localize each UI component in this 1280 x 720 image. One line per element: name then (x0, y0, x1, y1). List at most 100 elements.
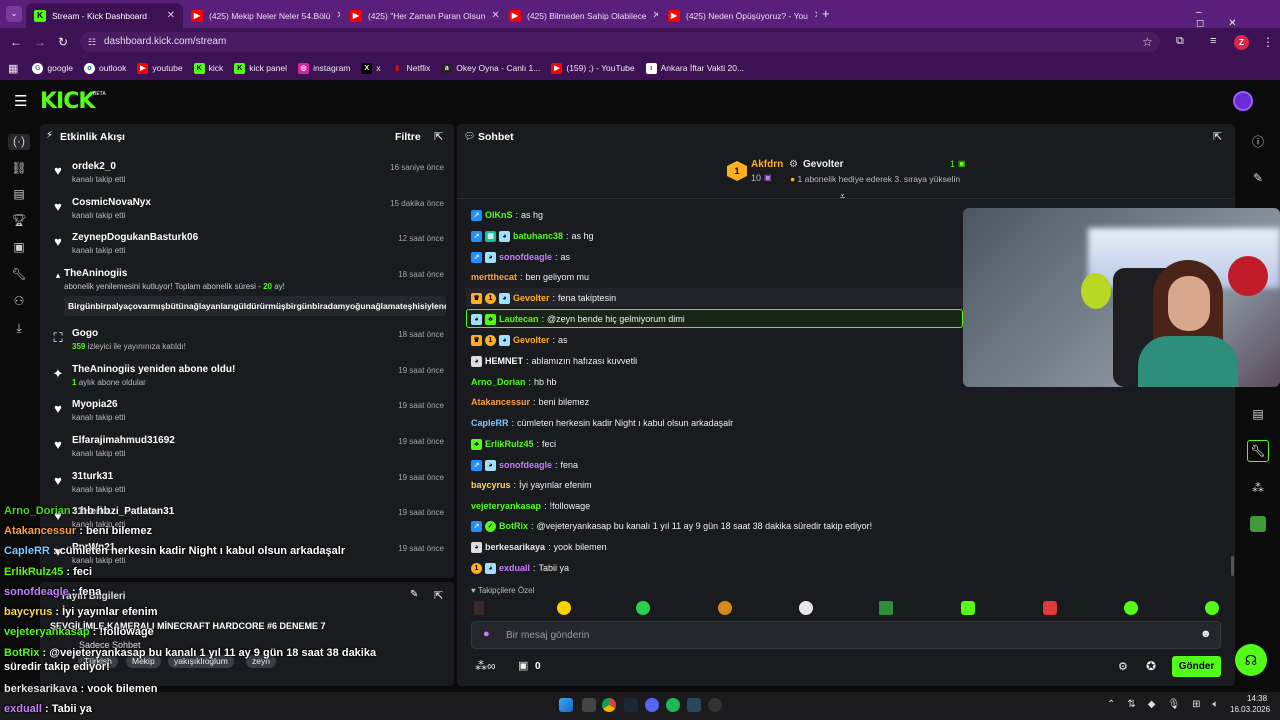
overlay-chat-line: Arno_Dorian : hb hb (4, 505, 111, 517)
support-button[interactable]: ☊ (1235, 644, 1267, 676)
bookmark-kick-panel[interactable]: Kkick panel (234, 62, 287, 74)
vip-badge-icon: ↗ (471, 230, 482, 242)
bookmark-outlook[interactable]: o outlook (83, 62, 126, 74)
bookmark-okey[interactable]: a Okey Oyna - Canlı 1... (441, 62, 540, 74)
bookmark-netflix[interactable]: ▮ Netflix (392, 63, 430, 74)
sub-badge-icon: ◕ (499, 230, 510, 242)
tools-icon[interactable]: 🔧︎ (11, 267, 27, 283)
emote[interactable] (636, 601, 650, 615)
microphone-icon[interactable]: ● (483, 628, 490, 640)
bookmark-google[interactable]: Ggoogle (32, 62, 73, 74)
site-info-icon[interactable]: ☷ (88, 37, 96, 48)
emote[interactable] (718, 601, 732, 615)
tools-icon[interactable]: 🔧︎ (1247, 440, 1269, 462)
tab-list-button[interactable]: ⌄ (6, 6, 22, 22)
tab-youtube-3[interactable]: ▶ (425) Bilmeden Sahip Olabilece ✕ (501, 3, 658, 28)
chat-emote-icon[interactable]: ✪ (1146, 659, 1156, 673)
vip-badge-icon: ↗ (471, 520, 482, 532)
chat-scrollbar[interactable] (1231, 556, 1234, 576)
tab-youtube-2[interactable]: ▶ (425) "Her Zaman Paran Olsun ✕ (342, 3, 499, 28)
popout-icon[interactable]: ⇱ (434, 589, 443, 602)
discord-icon[interactable] (645, 698, 659, 712)
forward-icon[interactable]: → (34, 35, 46, 49)
overlay-chat-line: BotRix : @vejeteryankasap bu kanalı 1 yı… (4, 647, 377, 673)
filter-button[interactable]: Filtre (395, 131, 421, 143)
activity-title: Etkinlik Akışı (60, 131, 125, 143)
chat-message: ♣ ErlikRulz45: feci (471, 437, 556, 451)
tab-kick-dashboard[interactable]: K Stream - Kick Dashboard ✕ (26, 3, 183, 28)
search-icon[interactable] (582, 698, 596, 712)
video-icon[interactable]: ▣ (11, 240, 27, 256)
info-icon[interactable]: ⓘ (1247, 130, 1269, 152)
bookmark-kick[interactable]: Kkick (193, 62, 223, 74)
bookmark-iftar[interactable]: ı Ankara İftar Vakti 20... (645, 62, 744, 74)
close-icon[interactable]: ✕ (491, 10, 499, 21)
youtube-favicon-icon: ▶ (668, 9, 680, 22)
analytics-icon[interactable]: ▤ (11, 187, 27, 203)
emoji-icon[interactable]: ☻ (1200, 628, 1212, 640)
back-icon[interactable]: ← (10, 35, 22, 49)
chrome-icon[interactable] (602, 698, 616, 712)
emote[interactable] (474, 601, 484, 615)
bookmark-x[interactable]: Xx (361, 62, 381, 74)
chat-settings-icon[interactable]: ⚙︎ (1118, 660, 1128, 673)
link-icon[interactable]: ⛓ (11, 161, 27, 177)
windows-start-icon[interactable] (559, 698, 573, 712)
trophy-icon[interactable]: 🏆︎ (11, 213, 27, 229)
user-avatar[interactable] (1233, 91, 1253, 111)
hamburger-menu-icon[interactable]: ☰ (14, 92, 27, 110)
widgets-icon[interactable]: ⁂ (1247, 477, 1269, 499)
community-icon[interactable]: ⚇ (11, 294, 27, 310)
apps-icon[interactable]: ▦ (8, 62, 18, 75)
chat-message: ↗ ◕ sonofdeagle: as (471, 250, 570, 264)
emote[interactable] (1043, 601, 1057, 615)
popout-icon[interactable]: ⇱ (434, 130, 443, 143)
bookmark-youtube[interactable]: ▶ youtube (137, 62, 183, 74)
upload-icon[interactable]: ⤓ (11, 321, 27, 337)
emote[interactable] (1124, 601, 1138, 615)
bookmark-youtube-2[interactable]: ▶ (159) ;) - YouTube (551, 62, 635, 74)
new-tab-button[interactable]: + (822, 6, 830, 21)
emote[interactable] (879, 601, 893, 615)
profile-avatar[interactable]: Z (1234, 35, 1249, 50)
tray-icons[interactable]: ⌃⇅◆🎙︎⊞🔈︎ (1107, 699, 1231, 710)
steam-icon[interactable] (687, 698, 701, 712)
close-icon[interactable]: ✕ (167, 10, 175, 21)
close-icon[interactable]: ✕ (336, 10, 340, 21)
reload-icon[interactable]: ↻ (58, 35, 68, 49)
popout-icon[interactable]: ⇱ (1213, 130, 1222, 143)
bookmark-star-icon[interactable]: ☆ (1142, 35, 1153, 49)
close-icon[interactable]: ✕ (814, 10, 817, 21)
spotify-icon[interactable] (666, 698, 680, 712)
sub-badge-icon: ◕ (485, 562, 496, 574)
steam-icon[interactable] (624, 698, 638, 712)
chat-message: ♛ 1 ◕ Gevolter: fena takiptesin (471, 291, 616, 305)
tab-youtube-4[interactable]: ▶ (425) Neden Öpüşüyoruz? - You ✕ (660, 3, 817, 28)
send-button[interactable]: Gönder (1172, 656, 1221, 677)
emote[interactable] (799, 601, 813, 615)
layout-icon[interactable]: ▤ (1247, 403, 1269, 425)
stream-icon[interactable]: (·) (8, 134, 30, 150)
edit-icon[interactable]: ✎ (410, 589, 418, 600)
og-badge-icon: ♣ (471, 438, 482, 450)
emote[interactable] (1205, 601, 1219, 615)
obs-icon[interactable] (708, 698, 722, 712)
emote[interactable] (557, 601, 571, 615)
app-icon[interactable] (1247, 513, 1269, 535)
close-icon[interactable]: ✕ (653, 10, 658, 21)
window-controls: –◻✕ (1196, 7, 1261, 29)
extensions-icon[interactable]: ⧉ (1176, 35, 1184, 48)
chat-message: ◕ berkesarikaya: yook bilemen (471, 540, 607, 554)
bookmark-instagram[interactable]: ◎ instagram (298, 62, 350, 74)
channel-points-icon[interactable]: ⁂∞ (475, 659, 496, 673)
media-icon[interactable]: ≡ (1210, 35, 1216, 47)
tab-youtube-1[interactable]: ▶ (425) Mekip Neler Neler 54.Bölü ✕ (183, 3, 340, 28)
expand-chevron-icon[interactable]: ⩡ (840, 191, 845, 202)
chat-message: ◕ HEMNET: ablamızın hafızası kuvvetli (471, 354, 637, 368)
emote[interactable] (961, 601, 975, 615)
gift-box-icon[interactable]: ▣ (518, 659, 528, 672)
kick-logo[interactable]: KICK (40, 89, 95, 114)
edit-icon[interactable]: ✎ (1247, 167, 1269, 189)
menu-icon[interactable]: ⋮ (1262, 35, 1274, 49)
url-input[interactable]: dashboard.kick.com/stream (80, 32, 1160, 52)
